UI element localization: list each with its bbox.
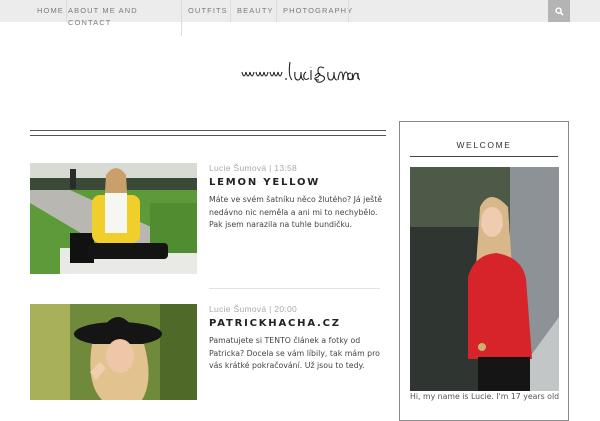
content-top-divider xyxy=(30,130,386,136)
widget-divider xyxy=(410,156,558,157)
post-thumbnail-lemon-yellow[interactable] xyxy=(30,163,197,274)
widget-title: Welcome xyxy=(456,140,512,150)
author-photo xyxy=(410,167,559,391)
nav-separator xyxy=(276,0,277,22)
nav-separator xyxy=(181,0,182,36)
welcome-widget: Welcome Hi, my name is Lucie. I'm 17 yea… xyxy=(399,121,569,421)
nav-beauty[interactable]: Beauty xyxy=(237,0,274,22)
nav-separator xyxy=(230,0,231,22)
nav-home[interactable]: Home xyxy=(37,0,64,22)
search-button[interactable] xyxy=(548,0,570,22)
nav-photography[interactable]: Photography xyxy=(283,0,353,22)
nav-outfits[interactable]: Outfits xyxy=(188,0,228,22)
post-meta: Lucie Šumová | 13:58 xyxy=(209,163,298,173)
nav-separator xyxy=(66,0,67,22)
post-divider xyxy=(209,288,380,289)
post-excerpt: Máte ve svém šatníku něco žlutého? Já je… xyxy=(209,195,383,229)
post-thumbnail-patrickhacha[interactable] xyxy=(30,304,197,400)
post-meta: Lucie Šumová | 20:00 xyxy=(209,304,298,314)
post-excerpt: Pamatujete si TENTO článek a fotky od Pa… xyxy=(209,336,380,370)
nav-about-contact[interactable]: About me and contact xyxy=(68,0,180,29)
post-title[interactable]: Patrickhacha.cz xyxy=(209,318,341,329)
search-icon xyxy=(554,6,564,16)
site-logo[interactable] xyxy=(240,58,361,90)
post-title[interactable]: Lemon Yellow xyxy=(209,177,320,188)
top-nav: Home About me and contact Outfits Beauty… xyxy=(0,0,600,36)
nav-separator xyxy=(348,0,349,22)
